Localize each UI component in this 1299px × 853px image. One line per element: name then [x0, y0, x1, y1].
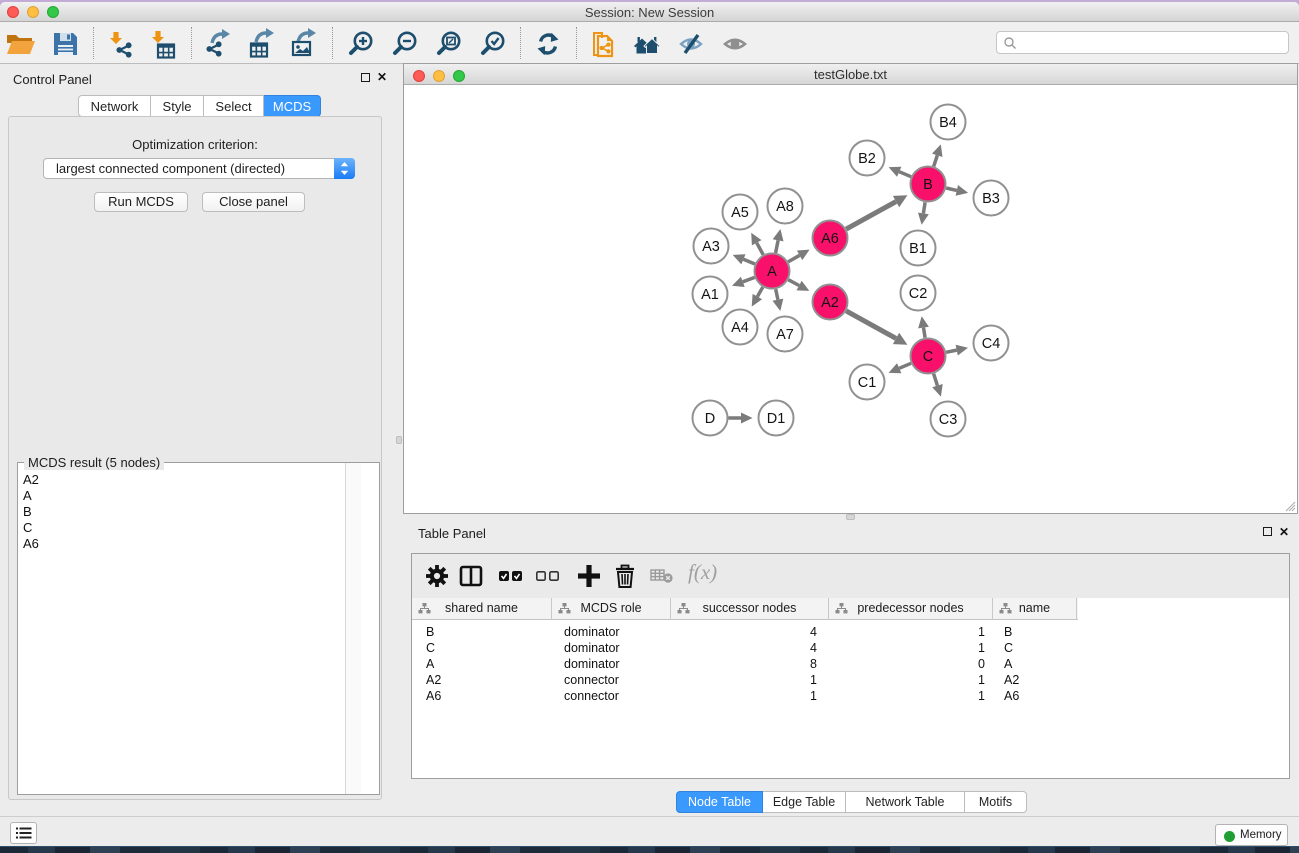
svg-text:C3: C3 [939, 412, 958, 428]
svg-text:C: C [923, 349, 933, 365]
svg-text:A4: A4 [731, 320, 749, 336]
svg-text:D1: D1 [767, 411, 786, 427]
svg-text:A7: A7 [776, 327, 794, 343]
svg-text:A3: A3 [702, 239, 720, 255]
svg-text:B: B [923, 177, 933, 193]
svg-text:A2: A2 [821, 295, 839, 311]
svg-text:B2: B2 [858, 151, 876, 167]
svg-text:C2: C2 [909, 286, 928, 302]
svg-text:A1: A1 [701, 287, 719, 303]
svg-text:D: D [705, 411, 715, 427]
svg-text:B4: B4 [939, 115, 957, 131]
svg-text:A5: A5 [731, 205, 749, 221]
svg-text:B1: B1 [909, 241, 927, 257]
svg-text:C1: C1 [858, 375, 877, 391]
svg-text:C4: C4 [982, 336, 1001, 352]
svg-text:B3: B3 [982, 191, 1000, 207]
svg-text:A8: A8 [776, 199, 794, 215]
svg-text:A: A [767, 264, 777, 280]
svg-text:A6: A6 [821, 231, 839, 247]
